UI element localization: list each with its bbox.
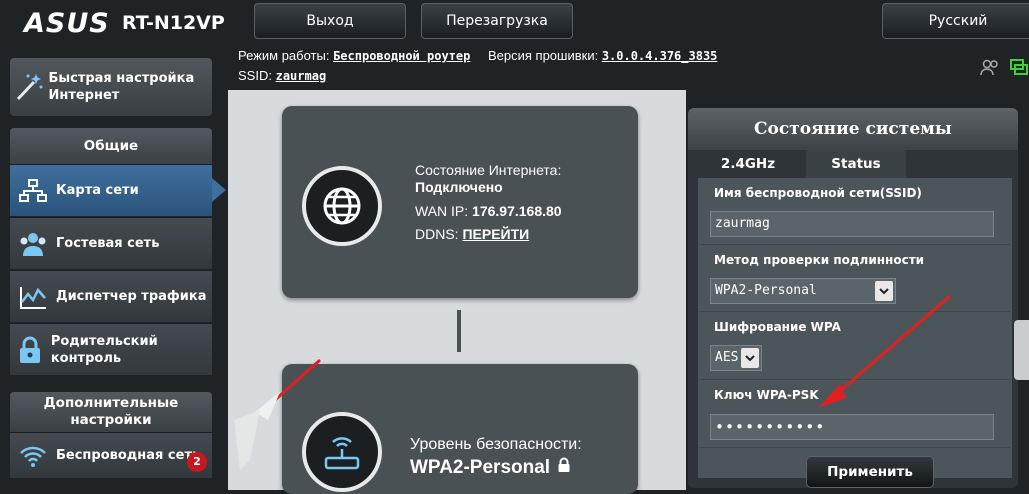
lock-icon [558,457,570,472]
header-status-icons [979,58,1029,76]
chevron-down-icon [741,348,759,368]
ssid-input[interactable]: zaurmag [710,211,994,237]
magic-wand-icon [10,72,48,102]
wifi-icon [10,444,56,468]
connection-line [457,310,461,352]
parental-control-icon [10,336,51,364]
sidebar-item-label: Карта сети [56,183,139,198]
sidebar-item-traffic-manager[interactable]: Диспетчер трафика [10,270,212,322]
advanced-section-header: Дополнительные настройки [10,392,212,432]
separator [700,447,1010,448]
wpa-encryption-select[interactable]: AES [710,345,762,371]
network-map-icon [10,178,56,203]
quick-setup-button[interactable]: Быстрая настройка Интернет [10,58,212,116]
sidebar-item-parental-control[interactable]: Родительский контроль [10,323,212,375]
wan-ip-value: 176.97.168.80 [472,203,562,219]
language-value: Русский [928,13,988,29]
sidebar-item-label: Беспроводная сеть [56,448,201,463]
system-status-title: Состояние системы [688,108,1018,150]
firmware-link[interactable]: 3.0.0.4.376_3835 [602,49,718,63]
tab-status[interactable]: Status [806,150,906,178]
guest-network-icon [10,231,56,257]
sidebar-item-wireless[interactable]: Беспроводная сеть 2 [10,432,212,478]
logout-button[interactable]: Выход [254,3,406,39]
ddns: DDNS: ПЕРЕЙТИ [415,226,530,242]
router-model: RT-N12VP [122,12,225,34]
ssid-info: SSID: zaurmag [238,68,327,83]
general-section-header: Общие [10,128,212,164]
auth-method-label: Метод проверки подлинности [714,253,925,267]
globe-icon[interactable] [302,166,382,246]
annotation-arrow-panel [818,294,951,408]
reboot-button[interactable]: Перезагрузка [421,3,573,39]
scrollbar-thumb[interactable] [1014,320,1029,380]
traffic-manager-icon [10,284,56,310]
security-level-label: Уровень безопасности: [410,436,582,453]
sidebar-item-label: Гостевая сеть [56,236,160,251]
sidebar-item-guest-network[interactable]: Гостевая сеть [10,217,212,269]
internet-status-label: Состояние Интернета: [415,162,562,178]
wpa-psk-input[interactable]: ••••••••••• [710,414,994,440]
network-status-icon[interactable] [1009,58,1029,76]
asus-logo: ASUS [24,8,110,39]
sidebar-item-network-map[interactable]: Карта сети [10,164,212,216]
operation-mode-link[interactable]: Беспроводной роутер [333,49,470,63]
quick-setup-label: Быстрая настройка Интернет [48,71,195,103]
sidebar-item-label: Родительский контроль [50,333,158,366]
internet-status-value: Подключено [415,179,503,195]
security-level-value: WPA2-Personal [410,457,571,479]
wan-ip: WAN IP: 176.97.168.80 [415,203,562,219]
tab-2-4ghz[interactable]: 2.4GHz [698,150,798,178]
ssid-field-label: Имя беспроводной сети(SSID) [714,186,922,200]
operation-mode: Режим работы: Беспроводной роутер Версия… [238,48,718,63]
sidebar-item-label: Диспетчер трафика [56,289,207,304]
ssid-link[interactable]: zaurmag [276,69,327,83]
language-select[interactable]: Русский [882,3,1029,39]
apply-button[interactable]: Применить [806,456,934,488]
active-pointer-icon [212,178,226,202]
ddns-link[interactable]: ПЕРЕЙТИ [462,226,529,242]
wireless-badge: 2 [187,452,207,472]
users-icon[interactable] [979,58,1001,76]
separator [700,244,1010,245]
wpa-psk-label: Ключ WPA-PSK [714,388,819,402]
annotation-arrow-sidebar [234,358,321,470]
